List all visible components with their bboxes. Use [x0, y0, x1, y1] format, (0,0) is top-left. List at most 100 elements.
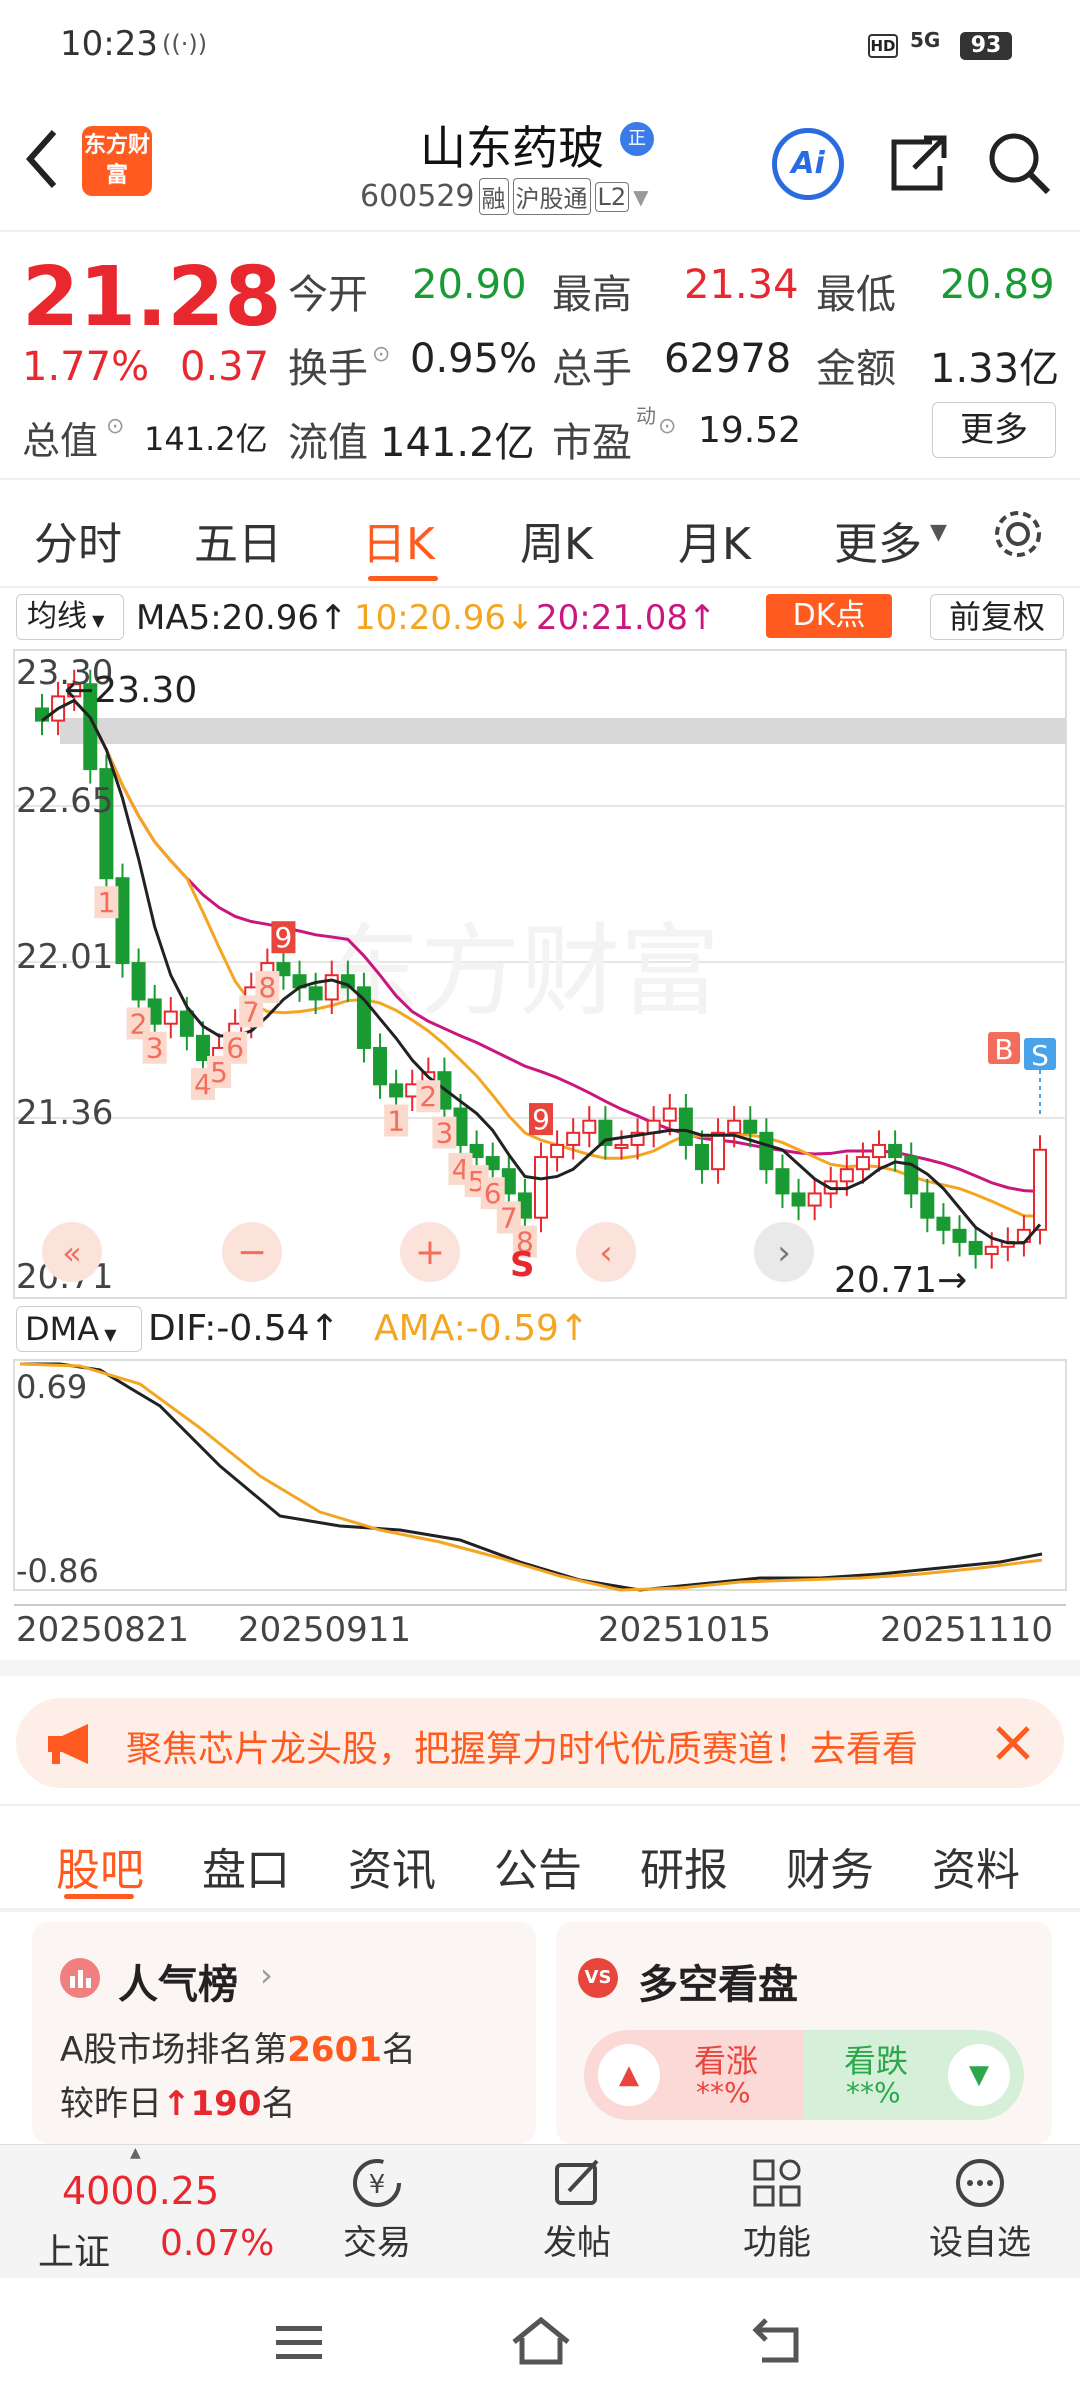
- rank-line: A股市场排名第2601名: [60, 2022, 416, 2071]
- x-date-2: 20250911: [238, 1610, 412, 1650]
- verified-badge: 正: [620, 122, 654, 156]
- caret-up-icon: ▲: [130, 2145, 141, 2161]
- back-button[interactable]: [22, 124, 62, 194]
- margin-tag: 融: [478, 178, 509, 215]
- ai-button[interactable]: Ai: [772, 128, 844, 200]
- chevron-down-icon[interactable]: ▼: [633, 185, 648, 209]
- post-button[interactable]: 发帖: [532, 2155, 622, 2264]
- indicator-select[interactable]: DMA ▼: [16, 1306, 142, 1352]
- td-label: 9: [532, 1103, 550, 1136]
- tab-finance[interactable]: 财务: [786, 1834, 874, 1898]
- ma-select-label: 均线: [27, 599, 87, 634]
- more-button[interactable]: 更多: [932, 402, 1056, 458]
- x-date-3: 20251015: [598, 1610, 772, 1650]
- function-button[interactable]: 功能: [732, 2155, 822, 2264]
- td-label: 8: [258, 971, 276, 1004]
- turnover-value: 0.95%: [410, 336, 538, 382]
- candle-body: [550, 1143, 565, 1159]
- candle-body: [759, 1131, 774, 1171]
- candle-body: [1033, 1148, 1047, 1231]
- rank-change-line: 较昨日↑190名: [60, 2076, 295, 2125]
- tab-research[interactable]: 研报: [640, 1834, 728, 1898]
- chevron-left-icon: ‹: [599, 1233, 613, 1273]
- menu-icon[interactable]: [274, 2320, 324, 2364]
- resistance-band: [60, 718, 1066, 744]
- watermark: 东方财富: [320, 913, 720, 1030]
- td-label: 3: [146, 1032, 164, 1065]
- ma10-value: 10:20.96↓: [354, 598, 535, 638]
- candle-body: [389, 1083, 404, 1098]
- arrow-up-icon: ▲: [598, 2044, 660, 2106]
- y-label-2: 22.65: [16, 781, 113, 821]
- candle-body: [678, 1107, 693, 1146]
- megaphone-icon: [48, 1724, 88, 1764]
- pe-value: 19.52: [698, 410, 802, 451]
- low-value: 20.89: [940, 262, 1055, 308]
- svg-text:¥: ¥: [369, 2170, 386, 2200]
- x-axis: [14, 1598, 1066, 1606]
- info-icon[interactable]: ⊙: [372, 342, 390, 367]
- info-icon[interactable]: ⊙: [658, 414, 676, 439]
- candle-body: [534, 1156, 548, 1219]
- candle-body: [807, 1192, 822, 1207]
- candle-body: [582, 1119, 597, 1134]
- close-icon[interactable]: [992, 1722, 1034, 1764]
- amount-label: 金额: [816, 346, 896, 392]
- tab-five-day[interactable]: 五日: [194, 508, 282, 572]
- indicator-select-label: DMA: [25, 1310, 100, 1348]
- candle-body: [662, 1107, 677, 1122]
- tab-monthly-k[interactable]: 月K: [678, 508, 751, 572]
- add-watchlist-label: 设自选: [929, 2223, 1031, 2263]
- add-watchlist-button[interactable]: 设自选: [920, 2155, 1040, 2264]
- popularity-card[interactable]: 人气榜 › A股市场排名第2601名 较昨日↑190名: [32, 1922, 536, 2144]
- function-label: 功能: [743, 2223, 811, 2263]
- share-icon[interactable]: [884, 130, 950, 200]
- y-label-3: 22.01: [16, 937, 113, 977]
- tab-daily-k[interactable]: 日K: [362, 508, 435, 572]
- bull-button[interactable]: ▲ 看涨 **%: [584, 2030, 804, 2120]
- open-value: 20.90: [412, 262, 527, 308]
- tab-news[interactable]: 资讯: [348, 1834, 436, 1898]
- adjust-select[interactable]: 前复权: [930, 594, 1064, 640]
- tab-intraday[interactable]: 分时: [34, 508, 122, 572]
- tab-more[interactable]: 更多: [834, 508, 922, 572]
- high-value: 21.34: [684, 262, 799, 308]
- tab-profile[interactable]: 资料: [932, 1834, 1020, 1898]
- high-marker: ←23.30: [64, 670, 197, 711]
- kline-chart[interactable]: 东方财富 123456789123456789 23.30 22.65 22.0…: [0, 646, 1080, 1306]
- tab-announcements[interactable]: 公告: [494, 1834, 582, 1898]
- tab-orderbook[interactable]: 盘口: [202, 1834, 290, 1898]
- search-icon[interactable]: [986, 130, 1052, 200]
- promo-banner[interactable]: 聚焦芯片龙头股，把握算力时代优质赛道！去看看: [16, 1698, 1064, 1788]
- index-name[interactable]: 上证: [38, 2223, 110, 2275]
- battery-icon: 93: [960, 32, 1012, 60]
- candle-body: [694, 1143, 709, 1171]
- dk-point-button[interactable]: DK点: [766, 594, 892, 638]
- tab-forum[interactable]: 股吧: [56, 1834, 144, 1898]
- trade-icon: ¥: [353, 2159, 401, 2207]
- candle-body: [952, 1228, 967, 1243]
- ma-select[interactable]: 均线 ▼: [16, 594, 124, 640]
- td-label: 3: [436, 1117, 454, 1150]
- chevron-right-icon: ›: [260, 1956, 273, 1994]
- info-icon[interactable]: ⊙: [106, 414, 124, 439]
- double-chevron-left-icon: «: [62, 1234, 82, 1272]
- network-label: 5G: [910, 28, 941, 52]
- bear-button[interactable]: 看跌 **% ▼: [804, 2030, 1024, 2120]
- high-marker-value: 23.30: [94, 670, 197, 711]
- candle-body: [163, 1010, 178, 1025]
- float-cap-label: 流值: [288, 420, 368, 466]
- tab-weekly-k[interactable]: 周K: [520, 508, 593, 572]
- back-nav-icon[interactable]: [752, 2316, 808, 2366]
- index-value[interactable]: 4000.25: [62, 2169, 219, 2213]
- settings-gear-icon[interactable]: [990, 506, 1046, 566]
- bull-bear-vote: ▲ 看涨 **% 看跌 **% ▼: [584, 2030, 1024, 2120]
- popularity-title: 人气榜: [118, 1962, 238, 2008]
- stock-code: 600529: [360, 179, 475, 214]
- home-icon[interactable]: [510, 2314, 572, 2368]
- bull-bear-card[interactable]: VS 多空看盘 ▲ 看涨 **% 看跌 **% ▼: [556, 1922, 1052, 2144]
- x-date-4: 20251110: [880, 1610, 1054, 1650]
- trade-button[interactable]: ¥ 交易: [332, 2155, 422, 2264]
- index-percent[interactable]: 0.07%: [160, 2223, 274, 2264]
- volume-value: 62978: [664, 336, 792, 382]
